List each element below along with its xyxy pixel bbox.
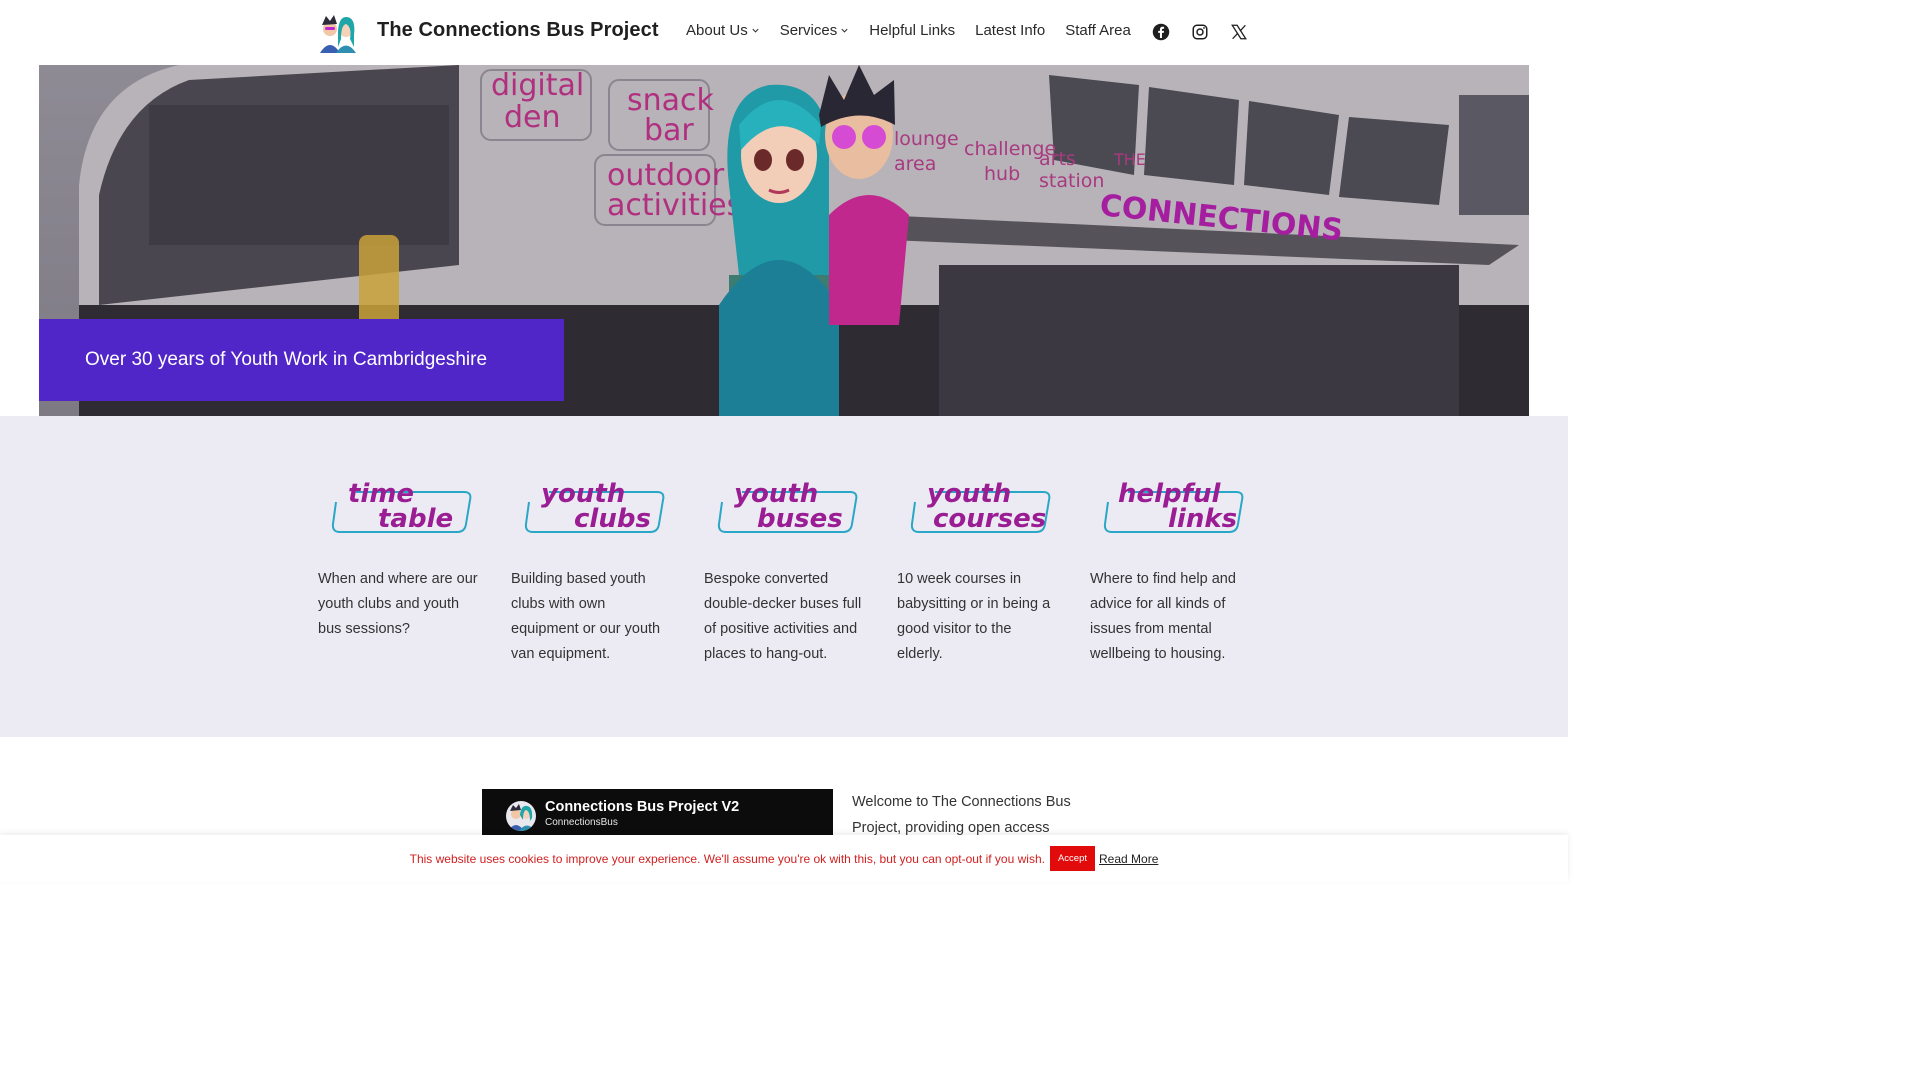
bus-sign-text: hub bbox=[984, 163, 1020, 185]
timetable-description: When and where are our youth clubs and y… bbox=[318, 571, 478, 637]
nav-latest-info[interactable]: Latest Info bbox=[975, 22, 1045, 39]
bus-sign-text: arts bbox=[1039, 148, 1076, 170]
welcome-text: Welcome to The Connections Bus Project, … bbox=[852, 794, 1071, 836]
services-section: time table When and where are our youth … bbox=[0, 416, 1568, 737]
nav-latest-info-label: Latest Info bbox=[975, 22, 1046, 39]
nav-helpful-links-label: Helpful Links bbox=[869, 22, 956, 39]
service-card-youth-courses: youth courses 10 week courses in babysit… bbox=[897, 472, 1057, 667]
bus-sign-text: lounge bbox=[894, 128, 959, 150]
cookie-read-more-link[interactable]: Read More bbox=[1099, 852, 1158, 866]
youth-clubs-logo-bottom: clubs bbox=[574, 504, 651, 534]
site-logo[interactable] bbox=[317, 13, 359, 53]
youth-courses-logo-bottom: courses bbox=[933, 504, 1046, 534]
helpful-links-description: Where to find help and advice for all ki… bbox=[1090, 571, 1236, 662]
nav-about-us[interactable]: About Us bbox=[686, 22, 760, 39]
service-card-timetable: time table When and where are our youth … bbox=[318, 472, 478, 642]
helpful-links-logo[interactable]: helpful links bbox=[1098, 472, 1248, 534]
bus-sign-text: bar bbox=[644, 113, 694, 148]
site-header: The Connections Bus Project About Us Ser… bbox=[0, 0, 1568, 65]
cookie-accept-button[interactable]: Accept bbox=[1049, 846, 1095, 871]
x-twitter-icon[interactable] bbox=[1230, 23, 1248, 41]
chevron-down-icon bbox=[841, 28, 848, 33]
youth-buses-logo[interactable]: youth buses bbox=[712, 472, 862, 534]
video-channel[interactable]: ConnectionsBus bbox=[545, 817, 618, 828]
nav-services[interactable]: Services bbox=[780, 22, 850, 39]
nav-staff-area[interactable]: Staff Area bbox=[1065, 22, 1131, 39]
youth-courses-description: 10 week courses in babysitting or in bei… bbox=[897, 571, 1051, 662]
youth-clubs-description: Building based youth clubs with own equi… bbox=[511, 571, 661, 662]
channel-avatar bbox=[506, 801, 536, 831]
youth-clubs-logo[interactable]: youth clubs bbox=[519, 472, 669, 534]
video-embed[interactable]: Connections Bus Project V2 ConnectionsBu… bbox=[482, 789, 833, 839]
facebook-icon[interactable] bbox=[1152, 23, 1170, 41]
helpful-links-logo-bottom: links bbox=[1168, 504, 1237, 534]
bus-sign-text: station bbox=[1039, 170, 1104, 192]
service-card-youth-clubs: youth clubs Building based youth clubs w… bbox=[511, 472, 671, 667]
youth-buses-description: Bespoke converted double-decker buses fu… bbox=[704, 571, 862, 662]
nav-about-us-label: About Us bbox=[686, 22, 748, 39]
nav-staff-area-label: Staff Area bbox=[1065, 22, 1131, 39]
bus-sign-text: digital bbox=[491, 68, 584, 103]
timetable-logo-bottom: table bbox=[378, 504, 453, 534]
site-title[interactable]: The Connections Bus Project bbox=[377, 19, 659, 42]
youth-courses-logo[interactable]: youth courses bbox=[905, 472, 1055, 534]
youth-buses-logo-bottom: buses bbox=[757, 504, 843, 534]
bus-sign-text: area bbox=[894, 153, 936, 175]
bus-sign-text: activities bbox=[607, 188, 742, 223]
main-navigation: About Us Services Helpful Links Latest I… bbox=[686, 22, 1151, 39]
cookie-message: This website uses cookies to improve you… bbox=[409, 851, 1045, 866]
cookie-banner: This website uses cookies to improve you… bbox=[0, 835, 1568, 882]
service-card-youth-buses: youth buses Bespoke converted double-dec… bbox=[704, 472, 864, 667]
hero-caption: Over 30 years of Youth Work in Cambridge… bbox=[39, 319, 564, 401]
nav-services-label: Services bbox=[779, 22, 838, 39]
bus-sign-text: THE bbox=[1113, 150, 1146, 169]
instagram-icon[interactable] bbox=[1191, 23, 1209, 41]
service-card-helpful-links: helpful links Where to find help and adv… bbox=[1090, 472, 1250, 667]
timetable-logo[interactable]: time table bbox=[326, 472, 476, 534]
video-title[interactable]: Connections Bus Project V2 bbox=[545, 799, 739, 815]
nav-helpful-links[interactable]: Helpful Links bbox=[869, 22, 955, 39]
chevron-down-icon bbox=[752, 28, 759, 33]
bus-sign-text: den bbox=[504, 100, 561, 135]
